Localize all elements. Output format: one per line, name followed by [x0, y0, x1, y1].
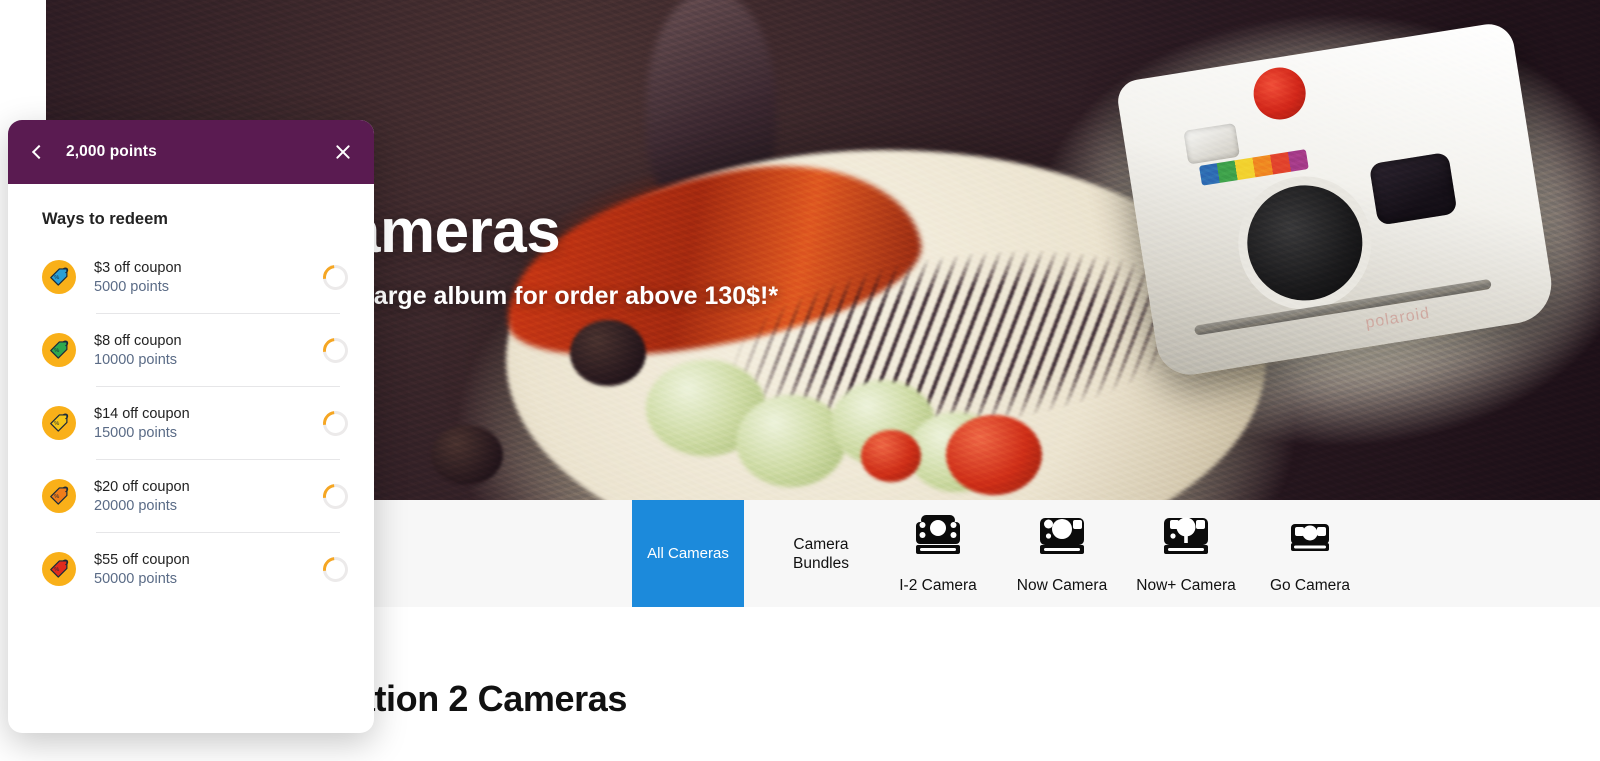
- nav-item-label: Now+ Camera: [1136, 577, 1236, 594]
- loading-spinner-icon: [317, 259, 354, 295]
- coupon-tag-icon: %: [42, 333, 76, 367]
- rewards-panel: 2,000 points Ways to redeem % $3 off cou…: [8, 120, 374, 733]
- loading-spinner-icon: [317, 332, 354, 368]
- coupon-tag-icon: %: [42, 406, 76, 440]
- rewards-list: % $3 off coupon 5000 points % $8 off cou…: [24, 241, 358, 605]
- hero-subtitle: e large album for order above 130$!*: [346, 282, 779, 310]
- svg-text:%: %: [54, 494, 59, 500]
- rewards-panel-body: Ways to redeem % $3 off coupon 5000 poin…: [8, 184, 374, 733]
- reward-points: 50000 points: [94, 570, 178, 587]
- svg-text:%: %: [54, 275, 59, 281]
- chevron-left-icon[interactable]: [24, 139, 50, 165]
- now-camera-icon: [1036, 512, 1088, 563]
- nav-item-label: Go Camera: [1269, 577, 1351, 594]
- list-item[interactable]: % $55 off coupon 50000 points: [24, 533, 358, 605]
- nav-item-i2-camera[interactable]: I-2 Camera: [882, 500, 994, 607]
- rewards-panel-header: 2,000 points: [8, 120, 374, 184]
- coupon-tag-icon: %: [42, 552, 76, 586]
- nav-item-now-plus-camera[interactable]: Now+ Camera: [1130, 500, 1242, 607]
- nav-item-label: I-2 Camera: [899, 577, 977, 594]
- reward-points: 5000 points: [94, 278, 169, 295]
- list-item[interactable]: % $3 off coupon 5000 points: [24, 241, 358, 313]
- list-item[interactable]: % $14 off coupon 15000 points: [24, 387, 358, 459]
- hero-title: ameras: [346, 197, 561, 266]
- loading-spinner-icon: [317, 551, 354, 587]
- reward-points: 15000 points: [94, 424, 178, 441]
- reward-name: $3 off coupon: [94, 259, 182, 276]
- nav-item-label: Now Camera: [1016, 577, 1108, 594]
- reward-name: $20 off coupon: [94, 478, 190, 495]
- nav-item-label: All Cameras: [647, 545, 729, 562]
- category-nav: All Cameras Camera Bundles I-2 Camera No…: [374, 500, 1600, 607]
- go-camera-icon: [1284, 512, 1336, 563]
- rewards-panel-title: 2,000 points: [66, 143, 157, 160]
- svg-text:%: %: [54, 567, 59, 573]
- coupon-tag-icon: %: [42, 479, 76, 513]
- nav-item-label: Camera Bundles: [792, 535, 849, 572]
- nav-item-now-camera[interactable]: Now Camera: [1006, 500, 1118, 607]
- nav-item-all-cameras[interactable]: All Cameras: [632, 500, 744, 607]
- i2-camera-icon: [912, 512, 964, 563]
- svg-text:%: %: [54, 421, 59, 427]
- coupon-tag-icon: %: [42, 260, 76, 294]
- svg-text:%: %: [54, 348, 59, 354]
- list-item[interactable]: % $8 off coupon 10000 points: [24, 314, 358, 386]
- reward-name: $14 off coupon: [94, 405, 190, 422]
- ways-to-redeem-heading: Ways to redeem: [42, 210, 168, 228]
- loading-spinner-icon: [317, 478, 354, 514]
- nav-item-go-camera[interactable]: Go Camera: [1254, 500, 1366, 607]
- list-item[interactable]: % $20 off coupon 20000 points: [24, 460, 358, 532]
- loading-spinner-icon: [317, 405, 354, 441]
- reward-name: $55 off coupon: [94, 551, 190, 568]
- close-icon[interactable]: [330, 139, 356, 165]
- reward-points: 20000 points: [94, 497, 178, 514]
- screen: polaroid ameras e large album for order …: [0, 0, 1600, 761]
- reward-name: $8 off coupon: [94, 332, 182, 349]
- nav-item-camera-bundles[interactable]: Camera Bundles: [772, 500, 870, 607]
- now-plus-camera-icon: [1160, 512, 1212, 563]
- reward-points: 10000 points: [94, 351, 178, 368]
